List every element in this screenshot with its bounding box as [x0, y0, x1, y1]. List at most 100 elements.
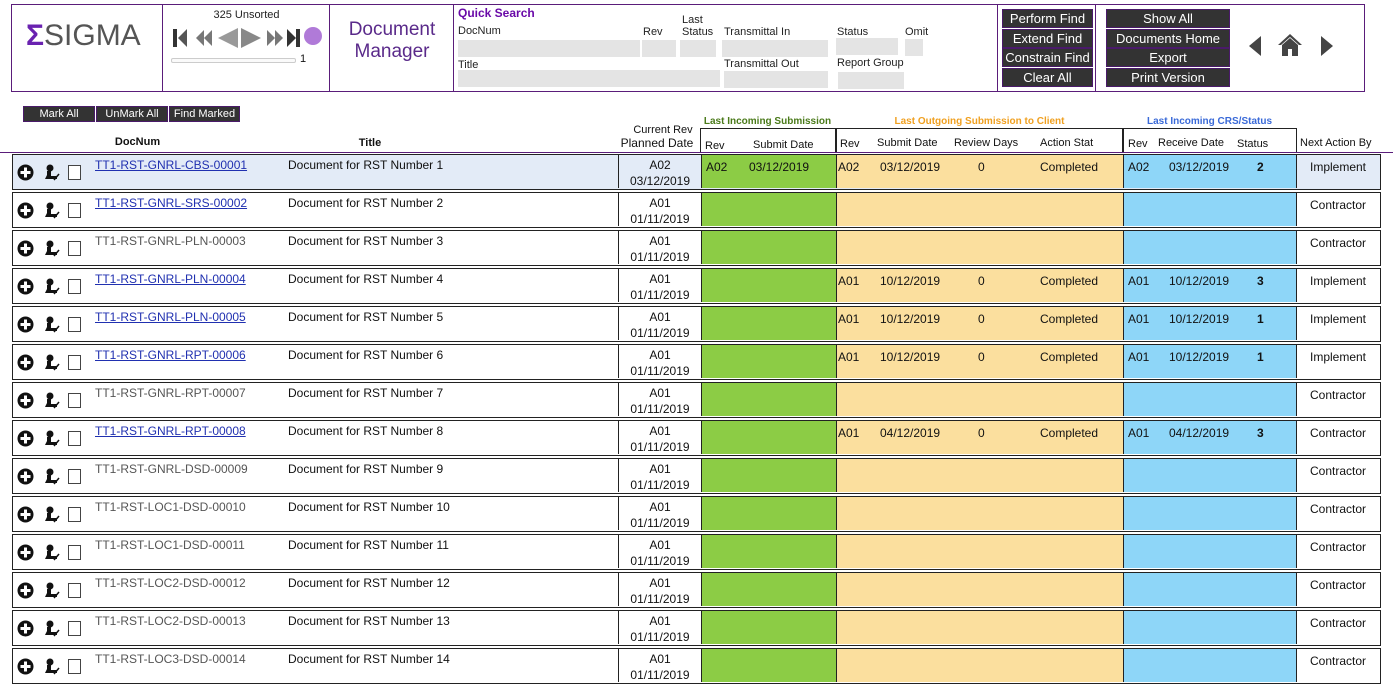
table-row[interactable]: TT1-RST-GNRL-RPT-00008 Document for RST … [12, 420, 1381, 456]
rev-search-input[interactable] [642, 40, 676, 57]
docnum-value[interactable]: TT1-RST-GNRL-DSD-00009 [95, 462, 248, 476]
col-crs-receive-date[interactable]: Receive Date [1158, 137, 1224, 150]
assign-user-icon[interactable] [42, 164, 60, 181]
clear-all-button[interactable]: Clear All [1002, 68, 1093, 87]
docnum-value[interactable]: TT1-RST-LOC2-DSD-00012 [95, 576, 246, 590]
col-title[interactable]: Title [330, 137, 410, 150]
title-search-input[interactable] [458, 70, 720, 87]
perform-find-button[interactable]: Perform Find [1002, 9, 1093, 28]
transmittal-out-search-input[interactable] [724, 71, 828, 88]
prev-page-icon[interactable] [194, 27, 216, 49]
mark-checkbox[interactable] [68, 431, 81, 446]
mark-checkbox[interactable] [68, 279, 81, 294]
assign-user-icon[interactable] [42, 468, 60, 485]
find-marked-button[interactable]: Find Marked [169, 106, 240, 122]
docnum-value[interactable]: TT1-RST-GNRL-CBS-00001 [95, 158, 247, 172]
assign-user-icon[interactable] [42, 240, 60, 257]
show-all-button[interactable]: Show All [1106, 9, 1230, 28]
record-slider[interactable] [171, 58, 296, 63]
docnum-search-input[interactable] [458, 40, 640, 57]
report-group-search-input[interactable] [838, 72, 904, 89]
col-out-review-days[interactable]: Review Days [954, 137, 1018, 150]
docnum-value[interactable]: TT1-RST-GNRL-PLN-00005 [95, 310, 246, 324]
mark-checkbox[interactable] [68, 507, 81, 522]
table-row[interactable]: TT1-RST-GNRL-RPT-00006 Document for RST … [12, 344, 1381, 380]
docnum-value[interactable]: TT1-RST-LOC3-DSD-00014 [95, 652, 246, 666]
add-circle-icon[interactable] [17, 468, 34, 485]
table-row[interactable]: TT1-RST-LOC3-DSD-00014 Document for RST … [12, 648, 1381, 684]
extend-find-button[interactable]: Extend Find [1002, 29, 1093, 48]
nav-previous-icon[interactable] [1248, 35, 1262, 57]
unmark-all-button[interactable]: UnMark All [96, 106, 168, 122]
col-crs-rev[interactable]: Rev [1128, 138, 1148, 151]
table-row[interactable]: TT1-RST-GNRL-RPT-00007 Document for RST … [12, 382, 1381, 418]
print-version-button[interactable]: Print Version [1106, 68, 1230, 87]
docnum-value[interactable]: TT1-RST-GNRL-SRS-00002 [95, 196, 247, 210]
docnum-value[interactable]: TT1-RST-LOC2-DSD-00013 [95, 614, 246, 628]
col-next-action-by[interactable]: Next Action By [1300, 137, 1372, 150]
docnum-value[interactable]: TT1-RST-GNRL-RPT-00008 [95, 424, 246, 438]
table-row[interactable]: TT1-RST-LOC2-DSD-00013 Document for RST … [12, 610, 1381, 646]
add-circle-icon[interactable] [17, 240, 34, 257]
add-circle-icon[interactable] [17, 278, 34, 295]
next-record-icon[interactable] [240, 27, 262, 49]
table-row[interactable]: TT1-RST-GNRL-SRS-00002 Document for RST … [12, 192, 1381, 228]
docnum-value[interactable]: TT1-RST-LOC1-DSD-00011 [95, 538, 245, 552]
docnum-value[interactable]: TT1-RST-LOC1-DSD-00010 [95, 500, 246, 514]
add-circle-icon[interactable] [17, 392, 34, 409]
mark-checkbox[interactable] [68, 545, 81, 560]
table-row[interactable]: TT1-RST-LOC2-DSD-00012 Document for RST … [12, 572, 1381, 608]
table-row[interactable]: TT1-RST-LOC1-DSD-00010 Document for RST … [12, 496, 1381, 532]
docnum-value[interactable]: TT1-RST-GNRL-RPT-00007 [95, 386, 246, 400]
mark-checkbox[interactable] [68, 583, 81, 598]
add-circle-icon[interactable] [17, 430, 34, 447]
docnum-value[interactable]: TT1-RST-GNRL-PLN-00003 [95, 234, 246, 248]
docnum-value[interactable]: TT1-RST-GNRL-RPT-00006 [95, 348, 246, 362]
col-out-submit-date[interactable]: Submit Date [877, 137, 938, 150]
table-row[interactable]: TT1-RST-GNRL-PLN-00005 Document for RST … [12, 306, 1381, 342]
mark-checkbox[interactable] [68, 203, 81, 218]
table-row[interactable]: TT1-RST-GNRL-PLN-00004 Document for RST … [12, 268, 1381, 304]
assign-user-icon[interactable] [42, 582, 60, 599]
add-circle-icon[interactable] [17, 316, 34, 333]
col-docnum[interactable]: DocNum [100, 136, 175, 149]
assign-user-icon[interactable] [42, 316, 60, 333]
table-row[interactable]: TT1-RST-GNRL-CBS-00001 Document for RST … [12, 154, 1381, 190]
add-circle-icon[interactable] [17, 354, 34, 371]
transmittal-in-search-input[interactable] [722, 40, 828, 57]
mark-checkbox[interactable] [68, 659, 81, 674]
assign-user-icon[interactable] [42, 430, 60, 447]
assign-user-icon[interactable] [42, 544, 60, 561]
mark-checkbox[interactable] [68, 355, 81, 370]
table-row[interactable]: TT1-RST-LOC1-DSD-00011 Document for RST … [12, 534, 1381, 570]
table-row[interactable]: TT1-RST-GNRL-DSD-00009 Document for RST … [12, 458, 1381, 494]
col-crs-status[interactable]: Status [1237, 138, 1268, 151]
docnum-value[interactable]: TT1-RST-GNRL-PLN-00004 [95, 272, 246, 286]
omit-checkbox[interactable] [905, 39, 923, 56]
documents-home-button[interactable]: Documents Home [1106, 29, 1230, 48]
add-circle-icon[interactable] [17, 202, 34, 219]
add-circle-icon[interactable] [17, 582, 34, 599]
assign-user-icon[interactable] [42, 506, 60, 523]
export-button[interactable]: Export [1106, 48, 1230, 67]
assign-user-icon[interactable] [42, 202, 60, 219]
home-icon[interactable] [1277, 33, 1303, 57]
constrain-find-button[interactable]: Constrain Find [1002, 48, 1093, 67]
col-out-action-stat[interactable]: Action Stat [1040, 137, 1093, 150]
mark-checkbox[interactable] [68, 165, 81, 180]
table-row[interactable]: TT1-RST-GNRL-PLN-00003 Document for RST … [12, 230, 1381, 266]
mark-checkbox[interactable] [68, 317, 81, 332]
last-status-search-input[interactable] [680, 40, 716, 57]
assign-user-icon[interactable] [42, 278, 60, 295]
first-record-icon[interactable] [171, 27, 193, 49]
mark-checkbox[interactable] [68, 393, 81, 408]
last-record-icon[interactable] [286, 27, 302, 49]
add-circle-icon[interactable] [17, 544, 34, 561]
assign-user-icon[interactable] [42, 620, 60, 637]
assign-user-icon[interactable] [42, 658, 60, 675]
add-circle-icon[interactable] [17, 506, 34, 523]
add-circle-icon[interactable] [17, 620, 34, 637]
mark-checkbox[interactable] [68, 621, 81, 636]
prev-record-icon[interactable] [217, 27, 239, 49]
col-out-rev[interactable]: Rev [840, 138, 860, 151]
